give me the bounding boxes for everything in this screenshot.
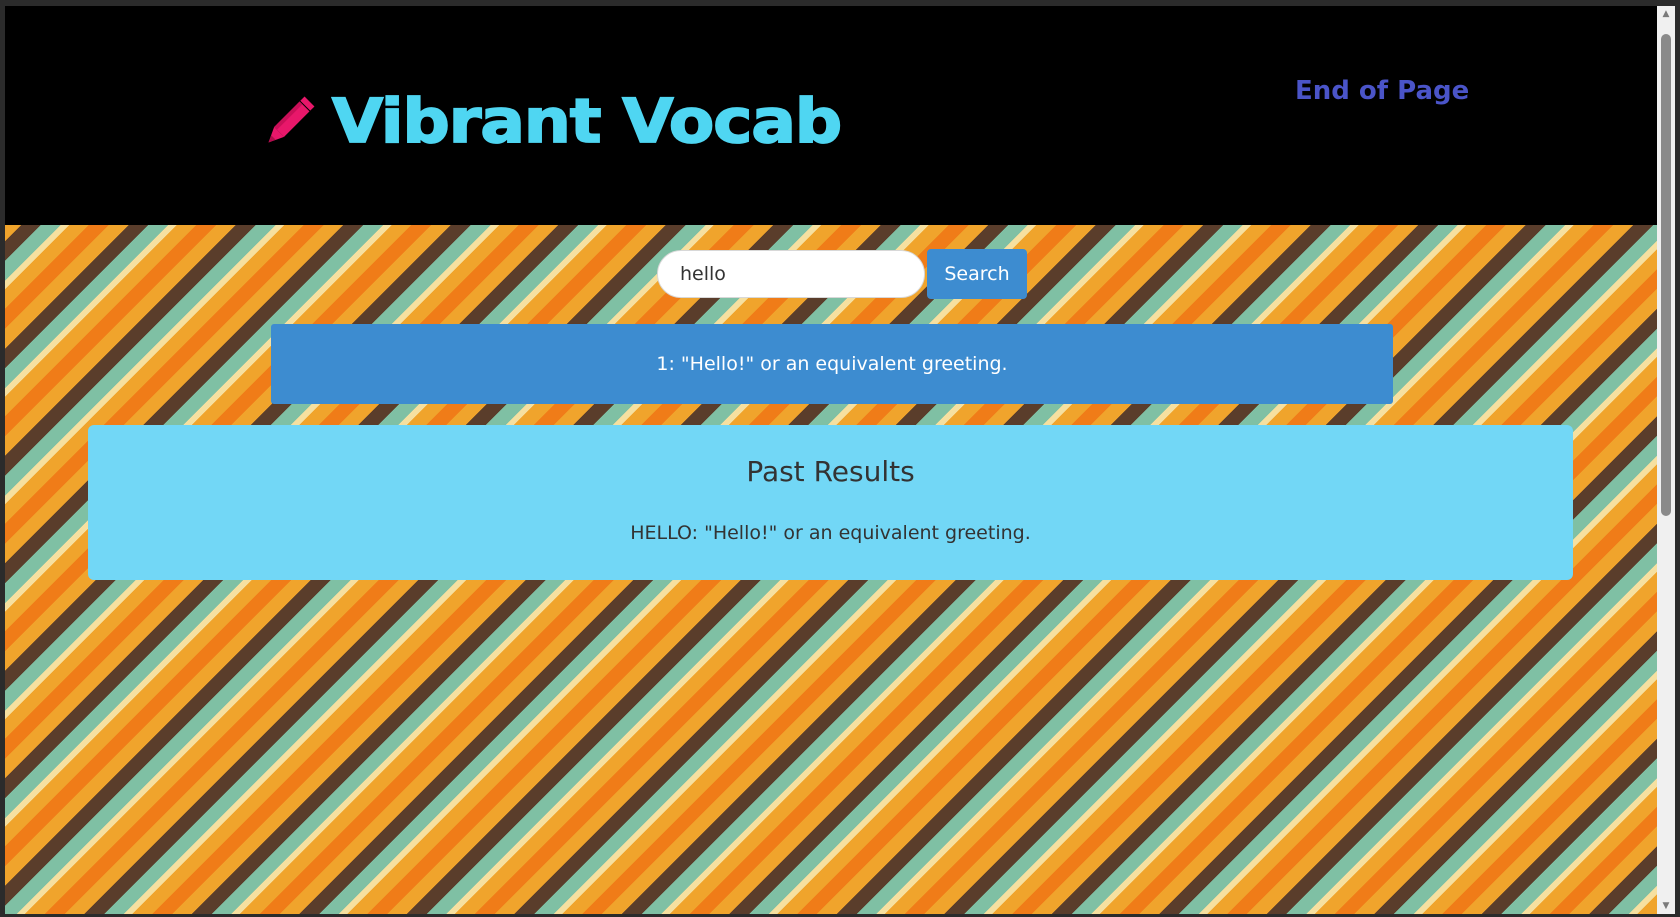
past-result-item: HELLO: "Hello!" or an equivalent greetin… [630, 522, 1031, 544]
page-viewport: Vibrant Vocab End of Page Search 1: "Hel… [5, 6, 1657, 914]
result-text: 1: "Hello!" or an equivalent greeting. [656, 353, 1008, 375]
past-results-title: Past Results [746, 455, 915, 488]
scroll-thumb[interactable] [1661, 34, 1671, 516]
vertical-scrollbar[interactable]: ▲ ▼ [1657, 6, 1675, 914]
search-button[interactable]: Search [927, 249, 1027, 299]
site-header: Vibrant Vocab End of Page [5, 6, 1657, 225]
end-of-page-link[interactable]: End of Page [1295, 76, 1469, 106]
search-form: Search [657, 249, 1027, 299]
scroll-down-arrow-icon[interactable]: ▼ [1657, 898, 1675, 914]
pencil-icon [258, 91, 320, 153]
search-input[interactable] [657, 250, 925, 298]
site-title: Vibrant Vocab [331, 86, 843, 157]
brand[interactable]: Vibrant Vocab [258, 86, 843, 158]
past-results-panel: Past Results HELLO: "Hello!" or an equiv… [88, 425, 1573, 580]
browser-window: Vibrant Vocab End of Page Search 1: "Hel… [0, 0, 1680, 917]
main-content: Search 1: "Hello!" or an equivalent gree… [5, 225, 1657, 914]
search-result: 1: "Hello!" or an equivalent greeting. [271, 324, 1393, 404]
scroll-up-arrow-icon[interactable]: ▲ [1657, 6, 1675, 22]
